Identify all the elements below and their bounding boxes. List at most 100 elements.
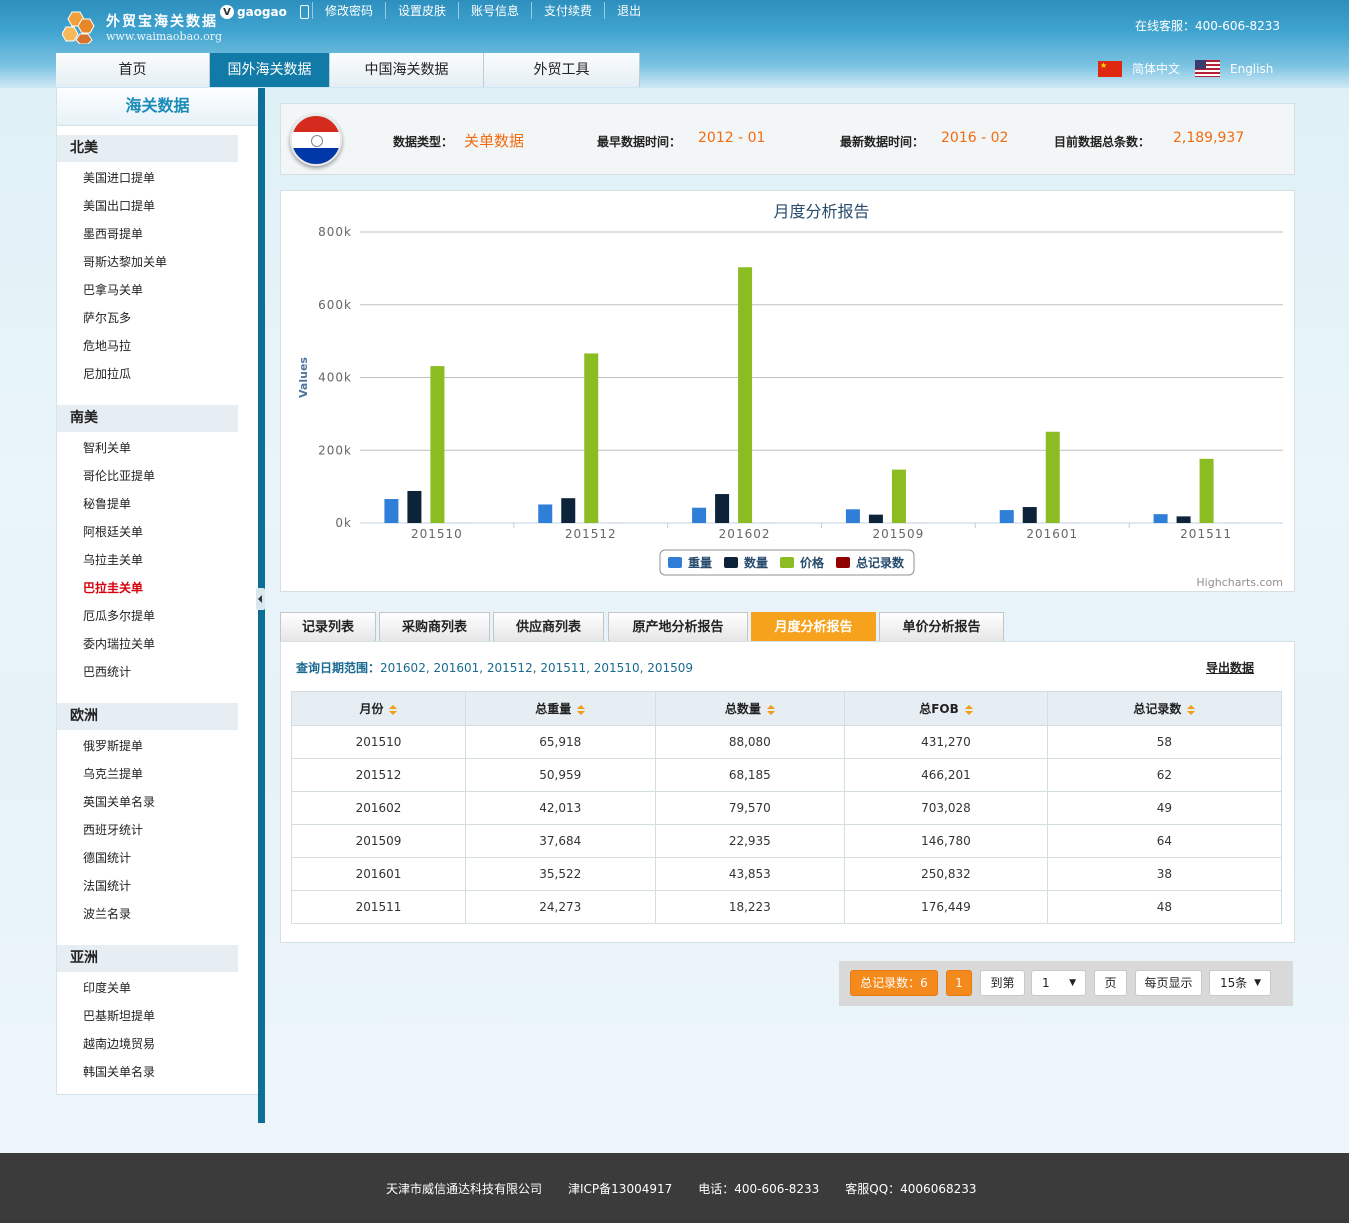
- table-cell: 35,522: [464, 857, 656, 891]
- region-asia: 亚洲: [57, 945, 238, 972]
- account-info-link[interactable]: 账号信息: [458, 2, 531, 19]
- sidebar-item[interactable]: 萨尔瓦多: [83, 309, 131, 326]
- sidebar-item[interactable]: 俄罗斯提单: [83, 737, 143, 754]
- china-flag-icon: [1098, 60, 1122, 77]
- table-cell: 201509: [291, 824, 466, 858]
- nav-tab-foreign-customs[interactable]: 国外海关数据: [210, 53, 330, 87]
- sidebar-item[interactable]: 巴基斯坦提单: [83, 1007, 155, 1024]
- sidebar-item[interactable]: 韩国关单名录: [83, 1063, 155, 1080]
- earliest-date-label: 最早数据时间：: [597, 135, 682, 149]
- x-tick-label: 201512: [565, 527, 617, 541]
- x-tick-label: 201509: [873, 527, 925, 541]
- table-cell: 18,223: [654, 890, 846, 924]
- tab-unit-price-report[interactable]: 单价分析报告: [879, 612, 1004, 642]
- sort-icon[interactable]: [766, 704, 775, 715]
- page-button-current[interactable]: 1: [946, 970, 972, 996]
- sidebar-item[interactable]: 乌克兰提单: [83, 765, 143, 782]
- y-tick-label: 200k: [318, 443, 352, 457]
- sidebar-item[interactable]: 危地马拉: [83, 337, 131, 354]
- skin-settings-link[interactable]: 设置皮肤: [385, 2, 458, 19]
- sort-icon[interactable]: [964, 704, 973, 715]
- column-header-quantity[interactable]: 总数量: [654, 691, 846, 726]
- sidebar-item[interactable]: 乌拉圭关单: [83, 551, 143, 568]
- mobile-icon[interactable]: [299, 5, 309, 19]
- bar-201509-数量: [868, 514, 883, 523]
- sidebar-item-current[interactable]: 巴拉圭关单: [83, 579, 143, 596]
- date-range-value: 201602, 201601, 201512, 201511, 201510, …: [380, 661, 694, 675]
- user-box[interactable]: V gaogao: [220, 5, 309, 19]
- sort-icon[interactable]: [389, 704, 398, 715]
- sidebar-item[interactable]: 英国关单名录: [83, 793, 155, 810]
- tab-buyers[interactable]: 采购商列表: [379, 612, 490, 642]
- bar-201511-数量: [1176, 516, 1191, 523]
- table-cell: 58: [1046, 725, 1283, 759]
- nav-tab-home[interactable]: 首页: [56, 53, 210, 87]
- sidebar-item[interactable]: 越南边境贸易: [83, 1035, 155, 1052]
- sidebar-item[interactable]: 巴西统计: [83, 663, 131, 680]
- table-cell: 42,013: [464, 791, 656, 825]
- tab-suppliers[interactable]: 供应商列表: [493, 612, 604, 642]
- sidebar-item[interactable]: 厄瓜多尔提单: [83, 607, 155, 624]
- sidebar-item[interactable]: 秘鲁提单: [83, 495, 131, 512]
- legend-symbol: [668, 557, 682, 568]
- table-cell: 79,570: [654, 791, 846, 825]
- sidebar-item[interactable]: 西班牙统计: [83, 821, 143, 838]
- nav-tab-china-customs[interactable]: 中国海关数据: [330, 53, 484, 87]
- change-password-link[interactable]: 修改密码: [312, 2, 385, 19]
- sidebar-item[interactable]: 智利关单: [83, 439, 131, 456]
- payment-link[interactable]: 支付续费: [531, 2, 604, 19]
- column-header-fob[interactable]: 总FOB: [844, 691, 1048, 726]
- sidebar: 海关数据 北美 美国进口提单 美国出口提单 墨西哥提单 哥斯达黎加关单 巴拿马关…: [56, 88, 258, 1095]
- legend-item: 价格: [800, 555, 825, 570]
- bar-201510-数量: [407, 490, 422, 523]
- logout-link[interactable]: 退出: [604, 2, 653, 19]
- lang-cn[interactable]: 简体中文: [1098, 60, 1180, 77]
- date-range-label: 查询日期范围：: [296, 661, 381, 675]
- nav-tab-trade-tools[interactable]: 外贸工具: [484, 53, 640, 87]
- sidebar-item[interactable]: 尼加拉瓜: [83, 365, 131, 382]
- column-header-weight[interactable]: 总重量: [464, 691, 656, 726]
- latest-date-value: 2016 - 02: [941, 130, 1009, 146]
- page-select[interactable]: 1: [1031, 970, 1086, 996]
- table-cell: 201601: [291, 857, 466, 891]
- table-cell: 38: [1046, 857, 1283, 891]
- goto-page-button[interactable]: 到第: [980, 970, 1025, 996]
- sidebar-item[interactable]: 墨西哥提单: [83, 225, 143, 242]
- sidebar-item[interactable]: 印度关单: [83, 979, 131, 996]
- sidebar-item[interactable]: 美国出口提单: [83, 197, 155, 214]
- table-cell: 64: [1046, 824, 1283, 858]
- footer-icp[interactable]: 津ICP备13004917: [568, 1180, 672, 1197]
- lang-en[interactable]: English: [1195, 60, 1273, 77]
- sidebar-item[interactable]: 委内瑞拉关单: [83, 635, 155, 652]
- sidebar-item[interactable]: 美国进口提单: [83, 169, 155, 186]
- table-cell: 48: [1046, 890, 1283, 924]
- bar-201512-重量: [538, 504, 553, 523]
- tab-monthly-report[interactable]: 月度分析报告: [751, 612, 876, 642]
- sidebar-item[interactable]: 哥伦比亚提单: [83, 467, 155, 484]
- sort-icon[interactable]: [577, 704, 586, 715]
- table-cell: 88,080: [654, 725, 846, 759]
- region-north-america: 北美: [57, 135, 238, 162]
- tab-origin-report[interactable]: 原产地分析报告: [608, 612, 748, 642]
- username[interactable]: gaogao: [237, 5, 287, 19]
- table-cell: 201512: [291, 758, 466, 792]
- sidebar-item[interactable]: 波兰名录: [83, 905, 131, 922]
- per-page-select[interactable]: 15条: [1209, 970, 1271, 996]
- column-header-month[interactable]: 月份: [291, 691, 466, 726]
- site-logo[interactable]: 外贸宝海关数据 www.waimaobao.org: [62, 8, 227, 46]
- export-data-link[interactable]: 导出数据: [1206, 659, 1254, 676]
- tab-records[interactable]: 记录列表: [280, 612, 376, 642]
- sidebar-item[interactable]: 法国统计: [83, 877, 131, 894]
- monthly-bar-chart: 月度分析报告 0k 200k 400k 600k 800k Values 201510 2015…: [297, 202, 1283, 589]
- sidebar-item[interactable]: 巴拿马关单: [83, 281, 143, 298]
- table-cell: 431,270: [844, 725, 1048, 759]
- sidebar-item[interactable]: 哥斯达黎加关单: [83, 253, 167, 270]
- sidebar-item[interactable]: 阿根廷关单: [83, 523, 143, 540]
- sidebar-item[interactable]: 德国统计: [83, 849, 131, 866]
- table-header-row: 月份 总重量 总数量 总FOB 总记录数: [291, 691, 1283, 726]
- sort-icon[interactable]: [1187, 704, 1196, 715]
- column-header-record-count[interactable]: 总记录数: [1046, 691, 1283, 726]
- lang-en-label: English: [1230, 61, 1274, 76]
- table-cell: 50,959: [464, 758, 656, 792]
- sidebar-collapse-icon[interactable]: [256, 588, 265, 610]
